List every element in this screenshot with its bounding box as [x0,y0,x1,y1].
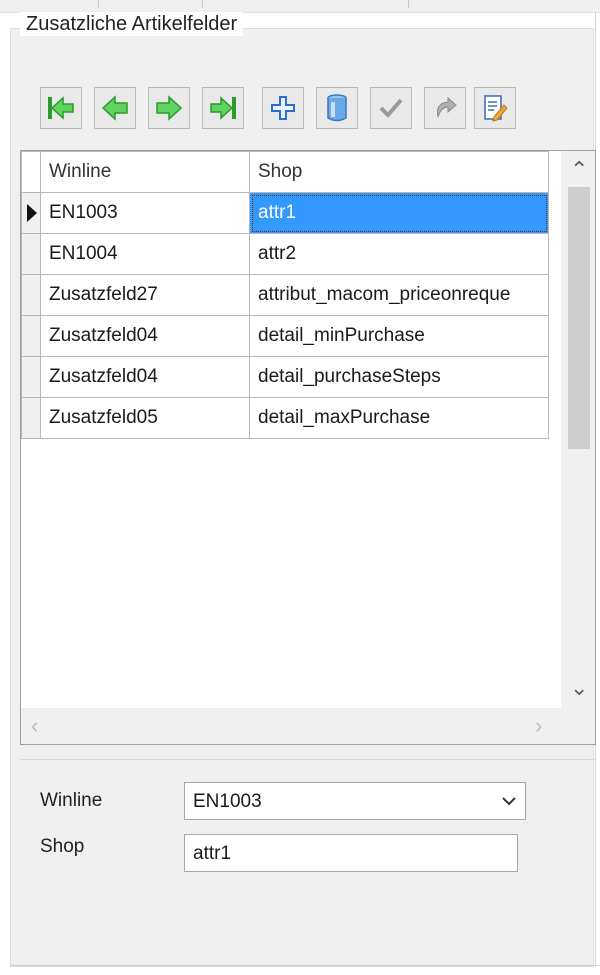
cell-winline[interactable]: Zusatzfeld04 [40,356,250,398]
row-selector[interactable] [21,274,41,316]
current-row-arrow-icon [27,204,37,222]
previous-record-icon [101,95,128,121]
vertical-scrollbar[interactable]: ⌃ ⌄ [561,151,595,709]
shop-value: attr1 [193,843,232,864]
table-row[interactable]: Zusatzfeld04 detail_purchaseSteps [21,356,549,398]
table-row[interactable]: Zusatzfeld04 detail_minPurchase [21,315,549,357]
table-row[interactable]: Zusatzfeld27 attribut_macom_priceonreque [21,274,549,316]
row-selector[interactable] [21,315,41,357]
edit-icon [484,95,508,122]
row-selector[interactable] [21,233,41,275]
checkmark-icon [379,98,403,118]
cell-winline[interactable]: EN1004 [40,233,250,275]
cell-winline[interactable]: Zusatzfeld27 [40,274,250,316]
cell-shop[interactable]: attribut_macom_priceonreque [249,274,549,316]
delete-record-button[interactable] [316,87,358,129]
grid-header-row: Winline Shop [21,151,549,193]
horizontal-scrollbar[interactable]: ‹ › [21,708,563,744]
winline-label: Winline [40,790,103,811]
scroll-right-icon[interactable]: › [535,715,542,737]
chevron-down-icon[interactable] [501,794,517,808]
data-grid[interactable]: Winline Shop EN1003 attr1 EN1004 attr2 Z… [20,150,596,745]
row-selector[interactable] [21,356,41,398]
tab-separator [202,0,203,8]
previous-record-button[interactable] [94,87,136,129]
trash-icon [327,94,347,122]
cell-shop[interactable]: attr2 [249,233,549,275]
tab-separator [408,0,409,8]
next-record-icon [156,95,183,121]
cell-shop[interactable]: detail_minPurchase [249,315,549,357]
last-record-button[interactable] [202,87,244,129]
scroll-left-icon[interactable]: ‹ [31,715,38,737]
bottom-border [10,965,600,966]
table-row[interactable]: EN1003 attr1 [21,192,549,234]
plus-icon [271,96,295,120]
scrollbar-corner [561,708,595,744]
cell-shop[interactable]: detail_maxPurchase [249,397,549,439]
vertical-scroll-thumb[interactable] [568,187,590,449]
shop-field[interactable]: attr1 [184,834,518,872]
cell-shop-selected[interactable]: attr1 [249,192,549,234]
cell-shop[interactable]: detail_purchaseSteps [249,356,549,398]
tab-separator [98,0,99,8]
grid-table: Winline Shop EN1003 attr1 EN1004 attr2 Z… [21,151,549,439]
table-row[interactable]: EN1004 attr2 [21,233,549,275]
cell-winline[interactable]: Zusatzfeld05 [40,397,250,439]
cell-winline[interactable]: Zusatzfeld04 [40,315,250,357]
column-header-winline[interactable]: Winline [40,151,250,193]
confirm-button[interactable] [370,87,412,129]
row-selector[interactable] [21,397,41,439]
first-record-icon [48,96,74,120]
row-header-corner [21,151,41,193]
column-header-shop[interactable]: Shop [249,151,549,193]
shop-label: Shop [40,836,85,857]
winline-value: EN1003 [193,791,262,812]
undo-icon [437,96,457,118]
first-record-button[interactable] [40,87,82,129]
add-record-button[interactable] [262,87,304,129]
row-selector[interactable] [21,192,41,234]
cell-winline[interactable]: EN1003 [40,192,250,234]
next-record-button[interactable] [148,87,190,129]
edit-button[interactable] [474,87,516,129]
undo-button[interactable] [424,87,466,129]
last-record-icon [210,96,236,120]
scroll-up-icon[interactable]: ⌃ [570,159,588,181]
winline-combobox[interactable]: EN1003 [184,782,526,820]
group-title: Zusatzliche Artikelfelder [20,12,244,36]
table-row[interactable]: Zusatzfeld05 detail_maxPurchase [21,397,549,439]
scroll-down-icon[interactable]: ⌄ [570,677,588,699]
divider [20,759,596,760]
